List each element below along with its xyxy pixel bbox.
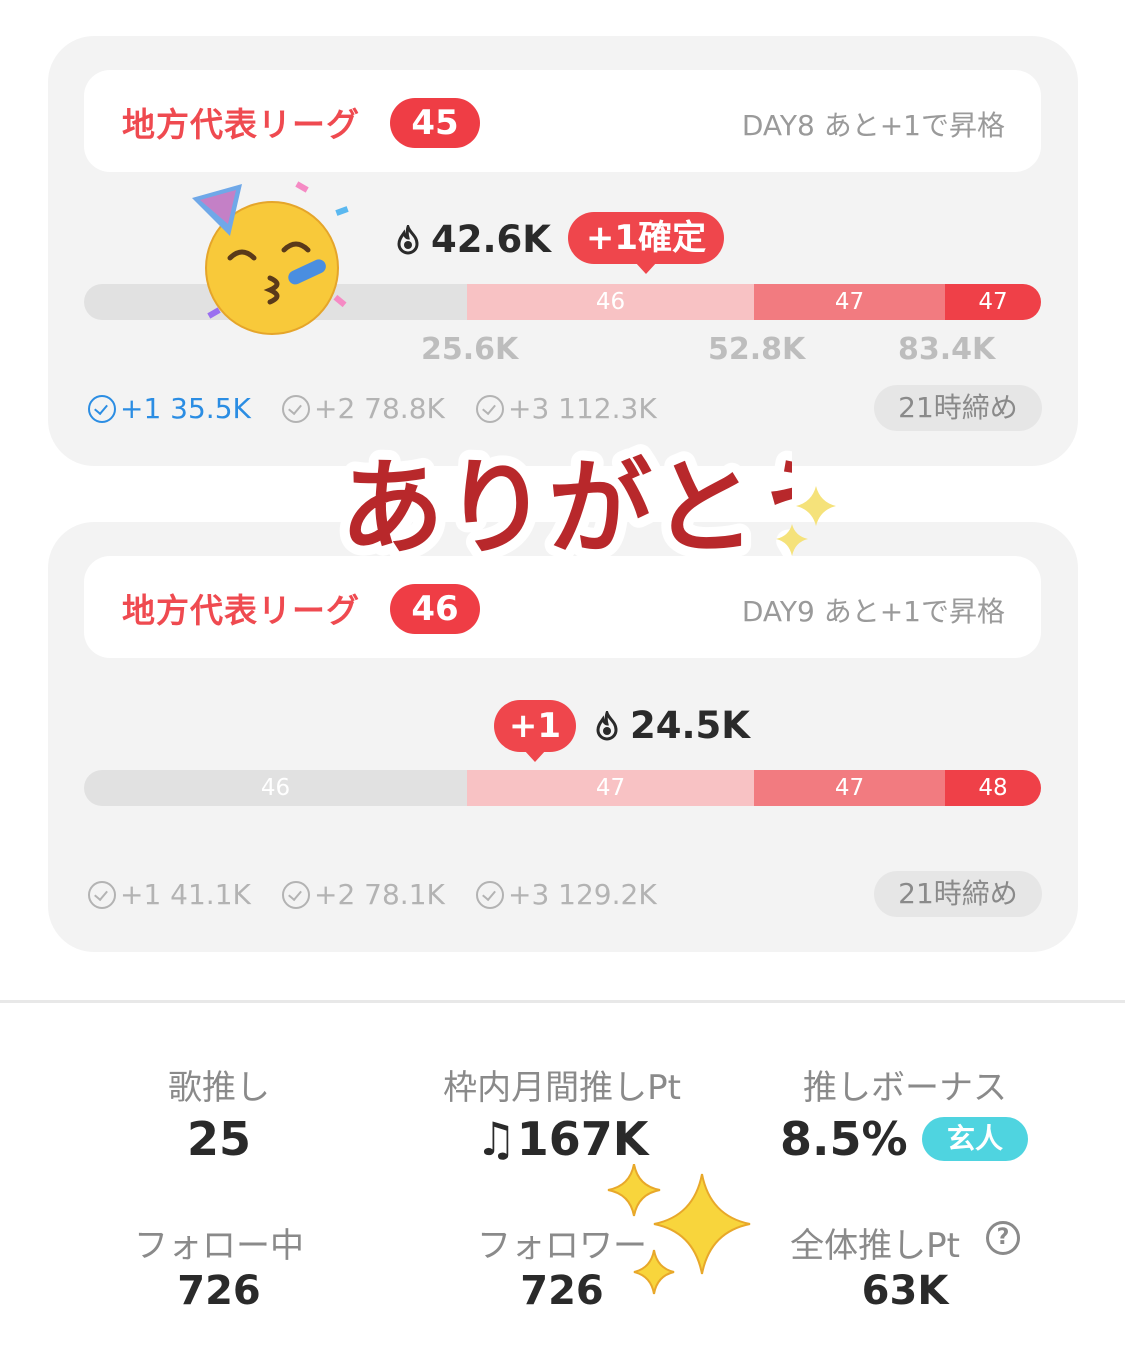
threshold-label: 25.6K [421,332,519,367]
help-icon[interactable]: ? [986,1221,1020,1255]
league-day-status: DAY8 あと+1で昇格 [741,109,1005,142]
rank-bubble: +1確定 [568,212,724,274]
sparkles-icon [776,486,836,556]
following-value[interactable]: 726 [110,1268,328,1314]
progress-segment: 48 [945,770,1041,806]
league-name: 地方代表リーグ [122,105,360,144]
threshold-label: 52.8K [708,332,806,367]
goal-plus1: +1 35.5K [88,392,251,425]
league-card-day9: 地方代表リーグ 46 DAY9 あと+1で昇格 +1 24.5K 46 47 4… [48,522,1078,952]
goal-label: +1 35.5K [120,392,251,425]
current-score: 42.6K [395,218,551,261]
thanks-text: ありがとう [340,447,792,569]
rank-badge: 玄人 [922,1117,1028,1161]
progress-segment: 47 [467,770,754,806]
league-number-badge: 45 [390,98,480,148]
monthly-pt-label: 枠内月間推しPt [443,1068,681,1108]
thanks-sticker: ありがとう ありがとう [332,437,792,576]
goal-label: +1 41.1K [120,878,251,911]
total-pt-label: 全体推しPt [790,1226,960,1266]
sparkles-icon [607,1164,751,1295]
total-pt-value: 63K [861,1268,949,1314]
league-number-badge: 46 [390,584,480,634]
league-header[interactable]: 地方代表リーグ 45 DAY8 あと+1で昇格 [84,70,1041,172]
goal-label: +3 112.3K [508,392,657,425]
section-divider [0,1000,1125,1003]
deadline-pill: 21時締め [874,385,1042,431]
party-face-icon [192,181,349,335]
check-circle-icon [476,880,504,909]
song-oshi-label: 歌推し [168,1068,270,1108]
flame-icon [397,224,419,254]
progress-segment: 47 [945,284,1041,320]
goal-plus2: +2 78.8K [282,392,445,425]
league-name: 地方代表リーグ [122,591,360,630]
song-oshi-value: 25 [186,1112,251,1166]
check-circle-icon [476,394,504,423]
goal-label: +2 78.1K [314,878,445,911]
goal-plus1: +1 41.1K [88,878,251,911]
progress-segment: 47 [754,770,945,806]
check-circle-icon [282,394,310,423]
progress-segment: 47 [754,284,945,320]
rank-progress-bar: 46 47 47 48 [84,770,1041,806]
score-value: 42.6K [431,218,551,261]
check-circle-icon [88,394,116,423]
goal-plus3: +3 112.3K [476,392,657,425]
flame-icon [596,710,618,740]
goal-label: +2 78.8K [314,392,445,425]
bonus-label: 推しボーナス [803,1068,1007,1108]
goal-plus3: +3 129.2K [476,878,657,911]
deadline-pill: 21時締め [874,871,1042,917]
goal-label: +3 129.2K [508,878,657,911]
league-day-status: DAY9 あと+1で昇格 [741,595,1005,628]
monthly-pt-value: ♫167K [475,1112,649,1166]
goal-plus2: +2 78.1K [282,878,445,911]
check-circle-icon [282,880,310,909]
threshold-label: 83.4K [898,332,996,367]
following-label[interactable]: フォロー中 [110,1218,328,1267]
progress-segment: 46 [467,284,754,320]
check-circle-icon [88,880,116,909]
rank-bubble: +1 [494,700,576,762]
bonus-value: 8.5% [780,1112,908,1166]
current-score: 24.5K [594,704,750,747]
progress-segment: 46 [84,770,467,806]
score-value: 24.5K [630,704,750,747]
